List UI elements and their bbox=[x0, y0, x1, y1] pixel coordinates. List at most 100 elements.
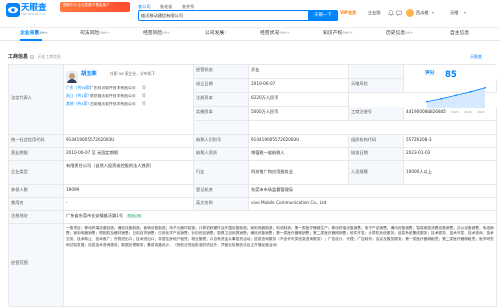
help-icon[interactable] bbox=[30, 54, 35, 59]
region-company: 广东科讯软件技术有限公司 bbox=[90, 86, 136, 90]
tab-operating-risk[interactable]: 经营风险99+ bbox=[143, 30, 170, 37]
tab-self-info[interactable]: 自主信息 bbox=[450, 31, 469, 37]
legal-rep-content: 胡玉荣 任职 58 家企业，分布如下 广东（共58家）广东科讯软件技术有限公司等… bbox=[66, 71, 186, 111]
established-label: 成立日期 bbox=[194, 79, 249, 93]
term-value: 2010-06-07 至 无固定期限 bbox=[64, 148, 194, 161]
score-point bbox=[484, 86, 486, 89]
established-value: 2010-06-07 bbox=[249, 79, 349, 93]
reg-capital-label: 注册资本 bbox=[194, 93, 249, 107]
tab-legal-risk[interactable]: 司法风险999+ bbox=[80, 30, 110, 37]
score-year: 2019 bbox=[438, 110, 446, 114]
nearby-companies-badge[interactable]: 附近公司 bbox=[126, 213, 143, 218]
header-user-area: VIP会员 企业版 西瓜橙 ▾ 天眼 ▾ bbox=[340, 9, 500, 20]
tab-ip[interactable]: 知识产权999+ bbox=[323, 30, 353, 37]
legal-rep-label: 法定代表人 bbox=[9, 65, 64, 135]
tab-label: 经营状况 bbox=[260, 31, 280, 36]
search-tab-boss[interactable]: 查老板 bbox=[160, 4, 173, 9]
address-label: 注册地址 bbox=[9, 211, 64, 224]
taxpayer-id-label: 纳税人识别号 bbox=[194, 135, 249, 148]
scope-value: 一般项目：移动终端设备制造；通信设备制造；音响设备制造；电子元器件制造；计算机软… bbox=[64, 224, 497, 307]
industry-value: 科技推广和应用服务业 bbox=[249, 161, 349, 185]
search-tab-company[interactable]: 查公司 bbox=[138, 4, 151, 9]
legal-rep-region-row[interactable]: 浙江（共1家）南京维沃软件技术有限公司 等 bbox=[66, 93, 146, 99]
approved-value: 2023-01-03 bbox=[404, 148, 497, 161]
score-widget[interactable]: 评分 85 2018 2019 2020 2021 2022 bbox=[425, 70, 495, 121]
tab-count: 999+ bbox=[342, 30, 353, 35]
vip-link[interactable]: VIP会员 bbox=[340, 10, 356, 15]
avatar[interactable] bbox=[406, 9, 414, 17]
org-code-value: 55726208-3 bbox=[404, 135, 497, 148]
english-name-value: vivo Mobile Communication Co., Ltd bbox=[249, 198, 497, 211]
tab-development[interactable]: 公司发展7 bbox=[205, 30, 227, 37]
site-logo[interactable]: 天眼查 TianYanCha.com bbox=[6, 3, 56, 19]
tab-label: 经营风险 bbox=[143, 31, 163, 36]
credit-code-value: 91441900557262083U bbox=[64, 135, 194, 148]
search-tab-relation[interactable]: 查关系 bbox=[182, 4, 195, 9]
score-year: 2021 bbox=[464, 110, 472, 114]
taxpayer-id-value: 91441900557262083U bbox=[249, 135, 349, 148]
credit-code-label: 统一社会信用代码 bbox=[9, 135, 64, 148]
type-value: 有限责任公司（自然人投资或控股的法人独资） bbox=[64, 161, 194, 185]
chevron-down-icon[interactable]: ▾ bbox=[432, 10, 434, 15]
user-name[interactable]: 西瓜橙 bbox=[416, 10, 429, 15]
status-value: 开业 bbox=[249, 65, 349, 79]
legal-rep-info: 任职 58 家企业，分布如下 bbox=[110, 70, 156, 76]
tab-history[interactable]: 历史信息99+ bbox=[386, 30, 413, 37]
taxpayer-qual-value: 增值税一般纳税人 bbox=[249, 148, 349, 161]
section-title-text: 工商信息 bbox=[8, 54, 29, 60]
industry-label: 行业 bbox=[194, 161, 249, 185]
tab-count: 7 bbox=[224, 30, 227, 35]
search-input[interactable] bbox=[141, 12, 306, 20]
score-point bbox=[426, 100, 428, 103]
taxpayer-qual-label: 纳税人资质 bbox=[194, 148, 249, 161]
source-label: 天眼查 bbox=[470, 54, 482, 59]
legal-rep-region-row[interactable]: 其他（共4家）西安维沃软件技术有限公司 等 bbox=[66, 101, 146, 107]
former-name-label: 曾用名 bbox=[9, 198, 64, 211]
detail-nav-tabs: 企业背景99+ 司法风险999+ 经营风险99+ 公司发展7 经营状况999+ … bbox=[0, 29, 500, 41]
score-point bbox=[469, 90, 472, 93]
search-box: 天眼一下 bbox=[138, 10, 338, 21]
promo-banner[interactable]: 国家中小企业发展子基金旗下 bbox=[60, 2, 130, 12]
tab-label: 知识产权 bbox=[323, 31, 343, 36]
status-label: 经营状态 bbox=[194, 65, 249, 79]
tab-operating-status[interactable]: 经营状况999+ bbox=[260, 30, 290, 37]
address-value: 广东省东莞市长安镇维沃路1号 bbox=[66, 212, 124, 218]
staff-label: 人员规模 bbox=[349, 161, 404, 185]
legal-rep-name[interactable]: 胡玉荣 bbox=[81, 71, 97, 78]
tab-count: 99+ bbox=[39, 30, 48, 35]
tab-label: 自主信息 bbox=[450, 31, 470, 36]
bell-icon[interactable] bbox=[388, 10, 394, 16]
legal-rep-region-row[interactable]: 广东（共58家）广东科讯软件技术有限公司 等 bbox=[66, 85, 146, 91]
reg-capital-value: 6220万人民币 bbox=[249, 93, 349, 107]
risk-label: 天眼风险 bbox=[349, 79, 404, 93]
score-year: 2018 bbox=[425, 110, 433, 114]
insured-value: 19099 bbox=[64, 185, 194, 198]
enterprise-link[interactable]: 企业版 bbox=[368, 10, 381, 15]
eye-logo-icon bbox=[6, 3, 20, 17]
active-tab-underline bbox=[20, 39, 42, 41]
more-menu[interactable]: 天眼 bbox=[450, 10, 458, 15]
score-label-cell bbox=[349, 65, 404, 79]
tab-count: 999+ bbox=[279, 30, 290, 35]
legal-rep-photo[interactable] bbox=[66, 71, 78, 83]
tab-background[interactable]: 企业背景99+ bbox=[20, 30, 48, 37]
region-company: 南京维沃软件技术有限公司 bbox=[90, 94, 136, 98]
former-name-value: - bbox=[64, 198, 194, 211]
score-label: 评分 bbox=[425, 71, 435, 76]
english-name-label: 英文名称 bbox=[194, 198, 249, 211]
region-tag: 浙江（共1家） bbox=[66, 93, 92, 98]
logo-url: TianYanCha.com bbox=[21, 12, 46, 16]
region-more: 等 bbox=[142, 93, 146, 98]
tab-label: 司法风险 bbox=[80, 31, 100, 36]
region-tag: 广东（共58家） bbox=[66, 85, 94, 90]
score-year: 2022 bbox=[477, 110, 485, 114]
region-more: 等 bbox=[142, 85, 146, 90]
blank-value bbox=[249, 121, 497, 135]
message-icon[interactable] bbox=[396, 10, 402, 16]
tab-label: 历史信息 bbox=[386, 31, 406, 36]
search-button[interactable]: 天眼一下 bbox=[308, 10, 338, 21]
chevron-down-icon[interactable]: ▾ bbox=[464, 10, 466, 15]
history-link[interactable]: 历史工商信息 bbox=[38, 54, 61, 59]
score-trend-chart bbox=[426, 86, 486, 108]
paid-capital-label: 实缴资本 bbox=[194, 107, 249, 121]
